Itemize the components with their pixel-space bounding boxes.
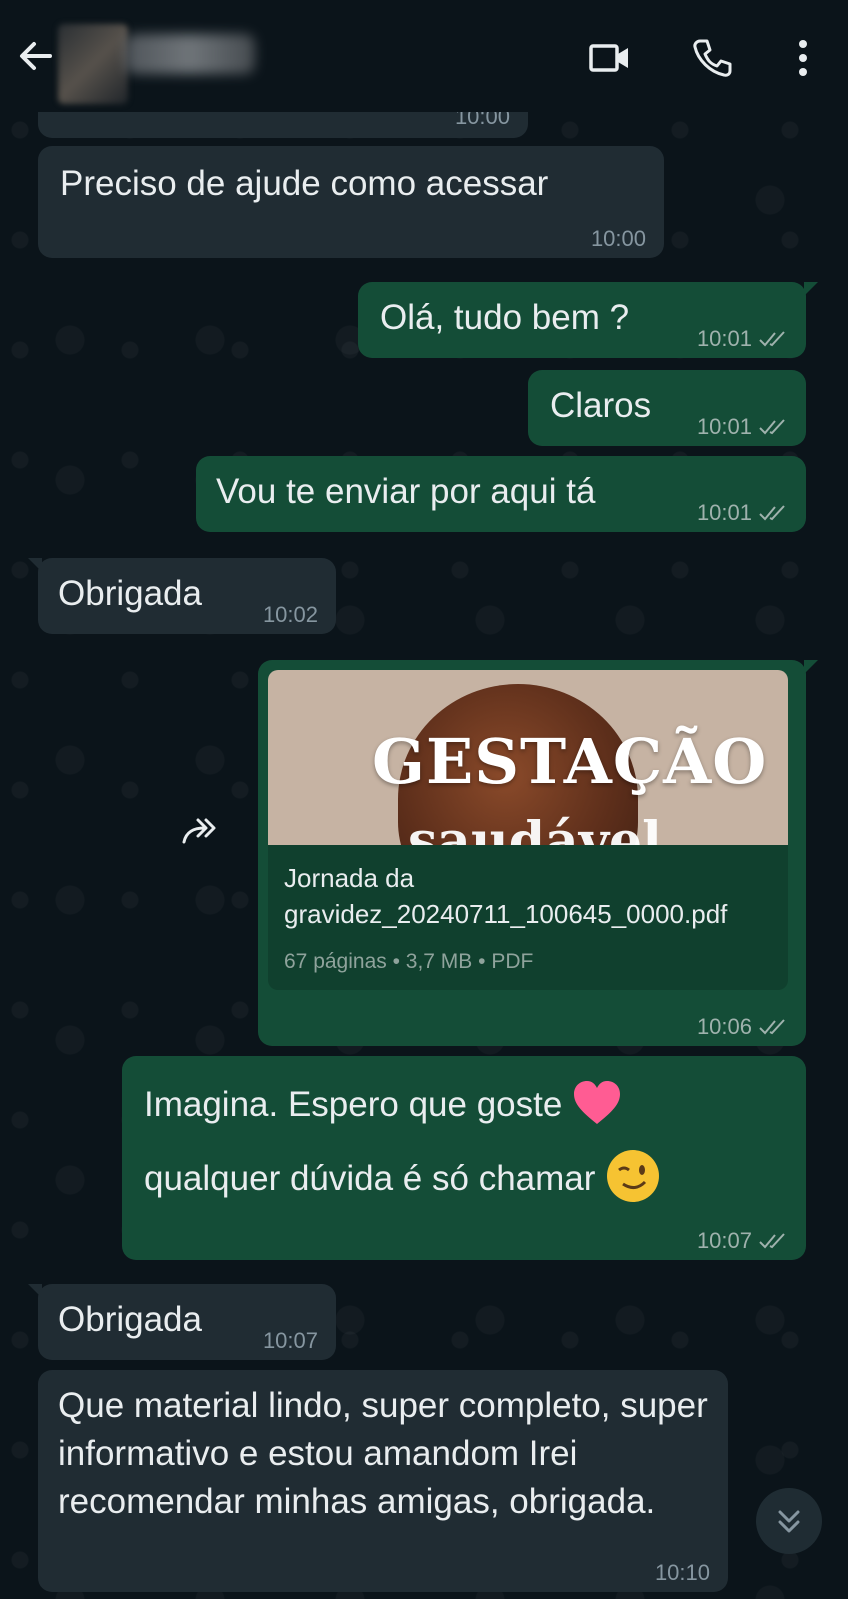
message-bubble[interactable]: Obrigada 10:02 (28, 558, 336, 634)
message-time: 10:01 (697, 414, 788, 440)
scroll-to-bottom-button[interactable] (756, 1488, 822, 1554)
back-button[interactable] (14, 34, 58, 78)
message-time: 10:00 (590, 226, 646, 251)
message-time: 10:10 (654, 1560, 710, 1585)
message-text: Vou te enviar por aqui tá (216, 472, 596, 511)
pdf-cover-title: GESTAÇÃO (372, 725, 768, 798)
bubble-tail (804, 660, 818, 674)
bubble-tail (804, 282, 818, 296)
pdf-filename: Jornada da gravidez_20240711_100645_0000… (284, 863, 728, 929)
message-bubble[interactable]: Que material lindo, super completo, supe… (38, 1370, 728, 1592)
pdf-info: 67 páginas • 3,7 MB • PDF (284, 950, 534, 973)
double-check-icon (759, 1233, 785, 1249)
bubble-tail (28, 1284, 42, 1298)
video-call-button[interactable] (588, 36, 632, 80)
message-bubble[interactable]: Imagina. Espero que goste qualquer dúvid… (122, 1056, 806, 1260)
message-time: 10:07 (262, 1328, 318, 1353)
message-text: Claros (550, 386, 652, 425)
pdf-attachment[interactable]: GESTAÇÃO saudável Jornada da gravidez_20… (268, 670, 788, 990)
double-check-icon (759, 331, 785, 347)
winking-face-emoji (607, 1150, 660, 1202)
more-options-button[interactable] (781, 36, 825, 80)
double-check-icon (759, 1019, 785, 1035)
forward-icon (182, 818, 216, 844)
message-text: Que material lindo, super completo, supe… (58, 1386, 708, 1521)
double-check-icon (759, 419, 785, 435)
document-message-bubble[interactable]: GESTAÇÃO saudável Jornada da gravidez_20… (258, 660, 818, 1046)
message-bubble[interactable]: Olá, tudo bem ? 10:01 (358, 282, 818, 358)
double-chevron-down-icon (778, 1510, 800, 1533)
forward-button[interactable] (176, 808, 226, 858)
message-text: Obrigada (58, 1300, 202, 1339)
message-bubble[interactable]: Obrigada 10:07 (28, 1284, 336, 1360)
arrow-back-icon (20, 42, 52, 70)
voice-call-icon (693, 39, 732, 77)
message-time: 10:06 (697, 1014, 788, 1040)
message-text: Obrigada (58, 574, 202, 613)
double-check-icon (759, 505, 785, 521)
chat-header (0, 0, 848, 112)
more-vert-icon (799, 40, 807, 76)
message-time: 10:01 (697, 326, 788, 352)
message-time: 10:02 (262, 602, 318, 627)
pdf-cover-subtitle: saudável (408, 811, 662, 846)
message-bubble[interactable]: Vou te enviar por aqui tá 10:01 (196, 456, 806, 532)
message-time: 10:01 (697, 500, 788, 526)
message-text-line-1: Imagina. Espero que goste (144, 1080, 622, 1128)
message-bubble[interactable]: Preciso de ajude como acessar 10:00 (38, 146, 664, 258)
message-text-line-2: qualquer dúvida é só chamar (144, 1148, 661, 1204)
message-text: Preciso de ajude como acessar (60, 164, 549, 203)
bubble-tail (28, 558, 42, 572)
video-call-icon (589, 44, 628, 72)
pdf-thumbnail[interactable]: GESTAÇÃO saudável (268, 670, 788, 845)
message-time: 10:07 (697, 1228, 788, 1254)
message-text: Olá, tudo bem ? (380, 298, 630, 337)
contact-name-blurred[interactable] (125, 34, 255, 74)
heart-emoji (574, 1081, 621, 1124)
message-bubble[interactable]: Claros 10:01 (528, 370, 806, 446)
contact-avatar[interactable] (58, 24, 128, 104)
voice-call-button[interactable] (690, 36, 734, 80)
